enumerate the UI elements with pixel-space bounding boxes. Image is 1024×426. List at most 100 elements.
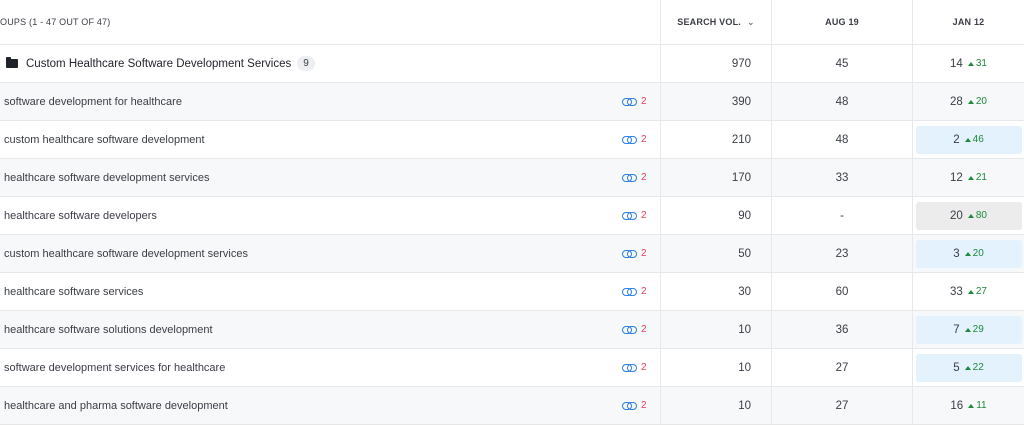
- group-date1-rank: 45: [835, 57, 849, 70]
- link-count: 2: [641, 210, 647, 221]
- rank-change-value: 21: [975, 172, 987, 183]
- rank-change: 27: [967, 286, 987, 297]
- rank-change: 29: [964, 324, 984, 335]
- ranking-urls-link[interactable]: 2: [622, 121, 647, 158]
- rank-change: 11: [968, 400, 987, 411]
- link-count: 2: [641, 96, 647, 107]
- date1-rank-value: 23: [835, 247, 849, 260]
- group-row[interactable]: Custom Healthcare Software Development S…: [0, 45, 1024, 83]
- search-volume-value: 390: [731, 95, 751, 108]
- link-icon[interactable]: [622, 363, 638, 373]
- date1-rank-value: 33: [835, 171, 849, 184]
- link-icon[interactable]: [622, 211, 638, 221]
- ranking-urls-link[interactable]: 2: [622, 273, 647, 310]
- ranking-urls-link[interactable]: 2: [622, 311, 647, 348]
- date2-rank-cell: 3 20: [915, 239, 1022, 268]
- arrow-up-icon: [964, 137, 971, 142]
- arrow-up-icon: [967, 175, 974, 180]
- rank-change-value: 20: [975, 96, 987, 107]
- keyword-text[interactable]: software development services for health…: [4, 362, 225, 374]
- link-count: 2: [641, 400, 647, 411]
- rank-change: 21: [967, 172, 987, 183]
- link-icon[interactable]: [622, 135, 638, 145]
- rank-change-value: 31: [975, 58, 987, 69]
- table-row[interactable]: healthcare software development services…: [0, 159, 1024, 197]
- date2-rank-cell: 2 46: [915, 125, 1022, 154]
- link-icon[interactable]: [622, 249, 638, 259]
- search-volume-value: 10: [738, 361, 751, 374]
- arrow-up-icon: [964, 327, 971, 332]
- group-count-badge: 9: [297, 56, 315, 71]
- date2-rank-value: 7: [953, 323, 960, 336]
- arrow-up-icon: [967, 99, 974, 104]
- date1-column-header[interactable]: AUG 19: [771, 0, 912, 44]
- search-volume-column-header[interactable]: SEARCH VOL. ⌄: [660, 0, 771, 44]
- ranking-urls-link[interactable]: 2: [622, 83, 647, 120]
- rank-change: 46: [964, 134, 984, 145]
- group-title-cell[interactable]: Custom Healthcare Software Development S…: [0, 45, 660, 82]
- arrow-up-icon: [964, 251, 971, 256]
- keyword-text[interactable]: custom healthcare software development: [4, 134, 205, 146]
- ranking-urls-link[interactable]: 2: [622, 235, 647, 272]
- date2-rank-value: 5: [953, 361, 960, 374]
- rank-change-value: 27: [975, 286, 987, 297]
- link-icon[interactable]: [622, 401, 638, 411]
- date2-column-header[interactable]: JAN 12: [912, 0, 1024, 44]
- link-count: 2: [641, 172, 647, 183]
- rank-change-value: 11: [976, 400, 987, 411]
- table-row[interactable]: healthcare software solutions developmen…: [0, 311, 1024, 349]
- date2-rank-value: 3: [953, 247, 960, 260]
- link-icon[interactable]: [622, 97, 638, 107]
- rank-change: 31: [967, 58, 987, 69]
- table-row[interactable]: custom healthcare software development 2…: [0, 121, 1024, 159]
- date2-rank-cell: 33 27: [916, 278, 1022, 306]
- rank-change-value: 46: [972, 134, 984, 145]
- date1-rank-value: 27: [835, 361, 849, 374]
- ranking-urls-link[interactable]: 2: [622, 349, 647, 386]
- table-row[interactable]: healthcare software developers 2 90 - 20…: [0, 197, 1024, 235]
- keyword-text[interactable]: healthcare software developers: [4, 210, 157, 222]
- rank-change: 80: [967, 210, 987, 221]
- link-icon[interactable]: [622, 325, 638, 335]
- ranking-urls-link[interactable]: 2: [622, 197, 647, 234]
- search-volume-value: 90: [738, 209, 751, 222]
- link-count: 2: [641, 248, 647, 259]
- keyword-text[interactable]: healthcare and pharma software developme…: [4, 400, 228, 412]
- search-volume-value: 30: [738, 285, 751, 298]
- link-icon[interactable]: [622, 287, 638, 297]
- table-row[interactable]: custom healthcare software development s…: [0, 235, 1024, 273]
- keyword-text[interactable]: healthcare software solutions developmen…: [4, 324, 213, 336]
- date2-rank-cell: 20 80: [915, 201, 1022, 230]
- ranking-urls-link[interactable]: 2: [622, 159, 647, 196]
- date2-rank-value: 16: [950, 399, 964, 412]
- table-row[interactable]: healthcare software services 2 30 60 33 …: [0, 273, 1024, 311]
- search-volume-value: 170: [731, 171, 751, 184]
- keyword-text[interactable]: healthcare software services: [4, 286, 143, 298]
- arrow-up-icon: [967, 213, 974, 218]
- keyword-text[interactable]: custom healthcare software development s…: [4, 248, 248, 260]
- date2-rank-cell: 28 20: [916, 88, 1022, 116]
- table-row[interactable]: software development for healthcare 2 39…: [0, 83, 1024, 121]
- date2-rank-cell: 5 22: [915, 353, 1022, 382]
- link-count: 2: [641, 324, 647, 335]
- table-row[interactable]: healthcare and pharma software developme…: [0, 387, 1024, 425]
- group-date2-rank: 14: [950, 57, 963, 70]
- link-icon[interactable]: [622, 173, 638, 183]
- date1-rank-value: 36: [835, 323, 849, 336]
- keyword-text[interactable]: software development for healthcare: [4, 96, 182, 108]
- search-volume-value: 210: [731, 133, 751, 146]
- table-row[interactable]: software development services for health…: [0, 349, 1024, 387]
- date2-rank-value: 12: [950, 171, 963, 184]
- group-title: Custom Healthcare Software Development S…: [26, 57, 292, 70]
- date1-rank-value: 60: [835, 285, 849, 298]
- date2-rank-value: 20: [950, 209, 963, 222]
- arrow-up-icon: [964, 365, 971, 370]
- folder-icon: [6, 57, 18, 68]
- chevron-down-icon[interactable]: ⌄: [747, 17, 755, 28]
- date2-rank-cell: 16 11: [916, 392, 1022, 420]
- search-volume-header-label: SEARCH VOL.: [677, 17, 741, 27]
- ranking-urls-link[interactable]: 2: [622, 387, 647, 424]
- keyword-text[interactable]: healthcare software development services: [4, 172, 209, 184]
- rank-change: 20: [964, 248, 984, 259]
- table-header: OUPS (1 - 47 OUT OF 47) SEARCH VOL. ⌄ AU…: [0, 0, 1024, 45]
